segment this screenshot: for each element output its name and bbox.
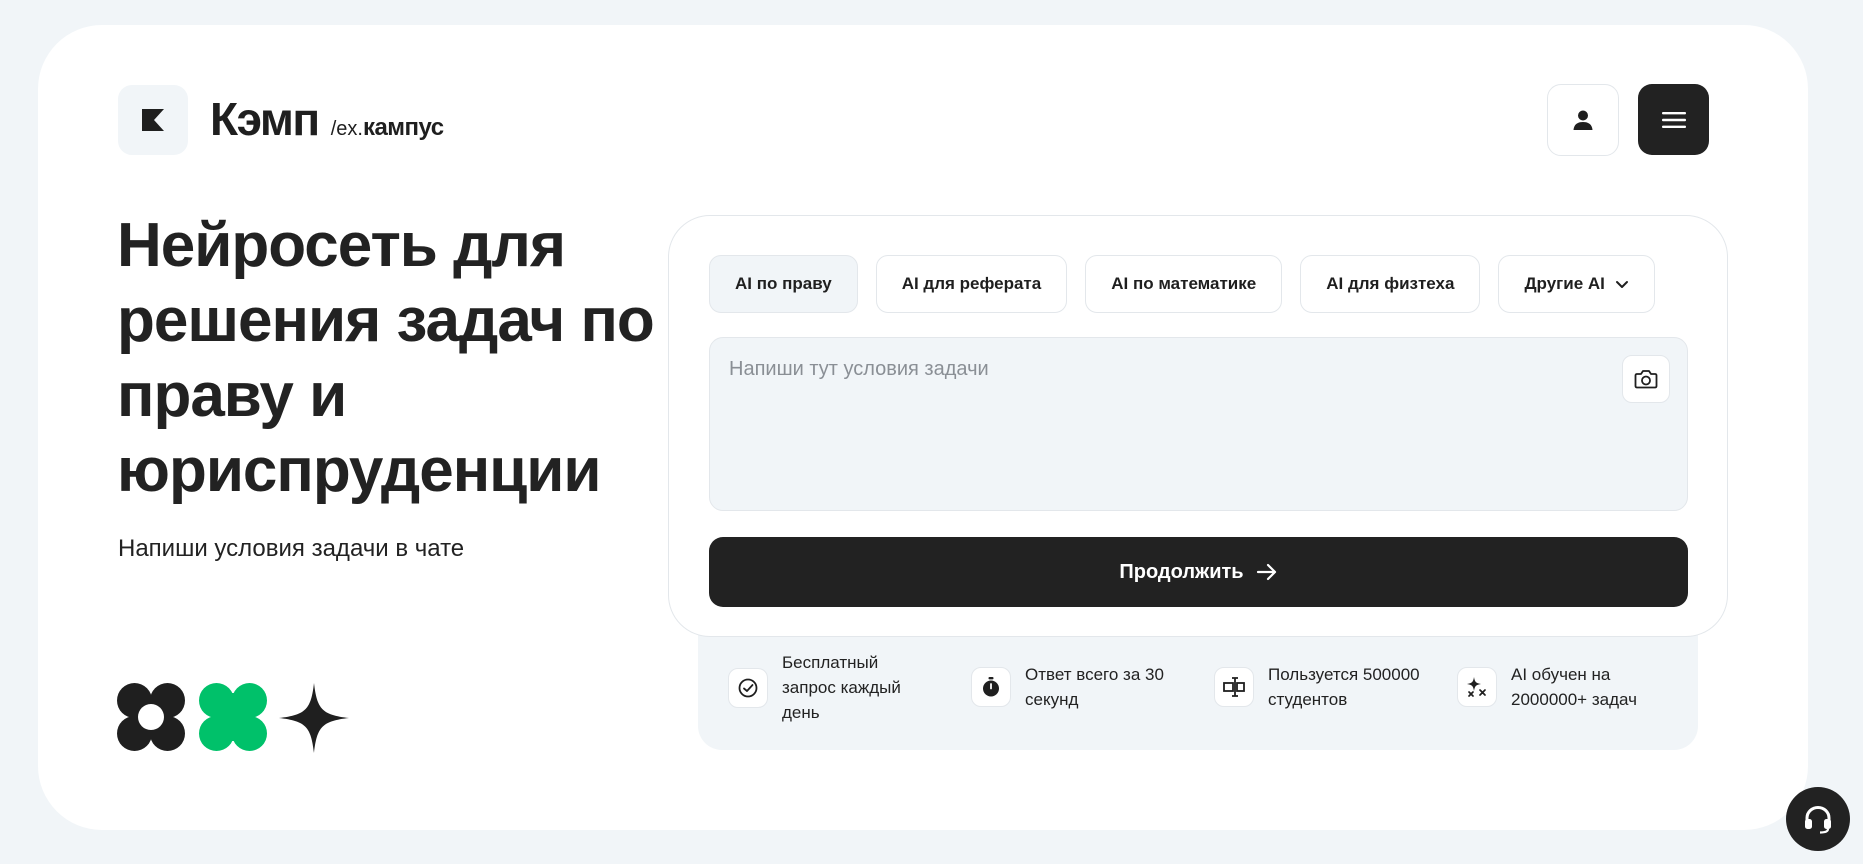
tab-other-ai-dropdown[interactable]: Другие AI xyxy=(1498,255,1655,313)
black-flower-icon xyxy=(117,683,185,751)
user-icon xyxy=(1573,110,1593,130)
brand-former-name: /ex.кампус xyxy=(330,114,444,141)
continue-button-label: Продолжить xyxy=(1119,560,1244,583)
tab-label: AI для реферата xyxy=(901,274,1042,293)
continue-button[interactable]: Продолжить xyxy=(709,537,1688,607)
feature-text: Бесплатный запрос каждый день xyxy=(782,653,901,722)
tab-label: AI по математике xyxy=(1111,274,1257,293)
camera-icon xyxy=(1634,370,1658,389)
feature-students: Пользуется 500000 студентов xyxy=(1214,662,1428,712)
brand[interactable]: Кэмп /ex.кампус xyxy=(210,92,444,146)
tab-ai-law[interactable]: AI по праву xyxy=(709,255,858,313)
headset-icon xyxy=(1805,805,1831,834)
students-icon xyxy=(1214,667,1254,707)
menu-button[interactable] xyxy=(1638,84,1709,155)
decorative-shapes xyxy=(117,683,349,753)
feature-fast-answer: Ответ всего за 30 секунд xyxy=(971,662,1175,712)
brand-name: Кэмп xyxy=(210,93,320,145)
hamburger-menu-icon xyxy=(1661,111,1686,128)
user-button[interactable] xyxy=(1547,84,1619,156)
task-form-panel: AI по праву AI для реферата AI по матема… xyxy=(668,215,1728,637)
green-clover-icon xyxy=(199,683,267,751)
stopwatch-icon xyxy=(971,667,1011,707)
task-input[interactable]: Напиши тут условия задачи xyxy=(709,337,1688,511)
arrow-right-icon xyxy=(1256,563,1276,581)
k-logo-icon xyxy=(142,109,164,131)
black-star-icon xyxy=(279,683,349,753)
feature-text: AI обучен на 2000000+ задач xyxy=(1511,665,1637,709)
feature-trained: AI обучен на 2000000+ задач xyxy=(1457,662,1671,712)
tab-ai-essay[interactable]: AI для реферата xyxy=(875,255,1068,313)
tab-label: Другие AI xyxy=(1524,274,1605,293)
ai-tabs: AI по праву AI для реферата AI по матема… xyxy=(709,255,1655,313)
page-subtitle: Напиши условия задачи в чате xyxy=(118,535,465,562)
chevron-down-icon xyxy=(1615,280,1628,288)
support-chat-button[interactable] xyxy=(1786,787,1850,851)
feature-text: Пользуется 500000 студентов xyxy=(1268,665,1420,709)
sparkles-icon xyxy=(1457,667,1497,707)
feature-text: Ответ всего за 30 секунд xyxy=(1025,665,1164,709)
page-title: Нейросеть для решения задач по праву и ю… xyxy=(117,211,655,505)
features-strip: Бесплатный запрос каждый день Ответ всег… xyxy=(698,620,1698,750)
task-input-placeholder: Напиши тут условия задачи xyxy=(729,358,989,380)
tab-ai-phystech[interactable]: AI для физтеха xyxy=(1300,255,1481,313)
camera-upload-button[interactable] xyxy=(1622,355,1670,403)
tab-label: AI для физтеха xyxy=(1326,274,1455,293)
tab-ai-math[interactable]: AI по математике xyxy=(1085,255,1283,313)
feature-free-request: Бесплатный запрос каждый день xyxy=(728,650,922,725)
check-circle-icon xyxy=(728,667,768,708)
logo[interactable] xyxy=(118,85,188,155)
tab-label: AI по праву xyxy=(735,274,832,293)
